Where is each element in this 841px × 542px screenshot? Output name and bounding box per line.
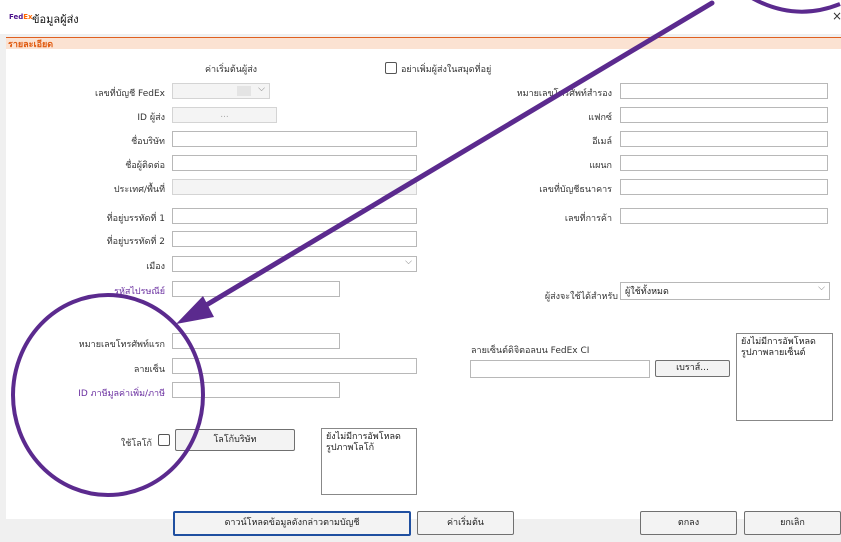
alt-phone-input[interactable] [620,83,828,99]
signature-input[interactable] [172,358,417,374]
fax-input[interactable] [620,107,828,123]
available-for-select[interactable]: ผู้ใช้ทั้งหมด ⌵ [620,282,830,300]
fax-label: แฟกซ์ [588,113,612,123]
email-input[interactable] [620,131,828,147]
contact-input[interactable] [172,155,417,171]
company-logo-button[interactable]: โลโก้บริษัท [175,429,295,451]
contact-label: ชื่อผู้ติดต่อ [125,161,165,171]
alt-phone-label: หมายเลขโทรศัพท์สำรอง [516,89,612,99]
window-title: ข้อมูลผู้ส่ง [32,13,79,26]
city-label: เมือง [146,262,165,272]
dont-add-checkbox[interactable] [385,62,397,74]
use-logo-label: ใช้โลโก้ [120,439,152,449]
chevron-down-icon: ⌵ [818,283,825,293]
sender-defaults-label: ค่าเริ่มต้นผู้ส่ง [205,65,258,75]
postal-input[interactable] [172,281,340,297]
city-select[interactable]: ⌵ [172,256,417,272]
title-bar: FedEx ข้อมูลผู้ส่ง × [0,0,841,34]
digital-signature-input[interactable] [470,360,650,378]
address1-input[interactable] [172,208,417,224]
postal-label: รหัสไปรษณีย์ [114,287,165,297]
defaults-button[interactable]: ค่าเริ่มต้น [417,511,514,535]
available-for-label: ผู้ส่งจะใช้ได้สำหรับ [544,292,618,302]
chevron-down-icon: ⌵ [405,180,412,190]
trade-number-input[interactable] [620,208,828,224]
trade-number-label: เลขที่การค้า [564,214,612,224]
fedex-account-label: เลขที่บัญชี FedEx [95,89,165,99]
dont-add-label: อย่าเพิ่มผู้ส่งในสมุดที่อยู่ [401,65,492,75]
first-phone-input[interactable] [172,333,340,349]
country-select[interactable]: ⌵ [172,179,417,195]
country-label: ประเทศ/พื้นที่ [113,185,165,195]
address1-label: ที่อยู่บรรทัดที่ 1 [106,214,165,224]
browse-button[interactable]: เบราส์... [655,360,730,377]
tax-id-label: ID ภาษีมูลค่าเพิ่ม/ภาษี [78,389,165,399]
signature-label: ลายเซ็น [133,365,165,375]
sender-id-input[interactable] [172,107,277,123]
fedex-logo-icon: FedEx [9,13,33,21]
close-icon[interactable]: × [832,9,841,23]
company-label: ชื่อบริษัท [131,137,165,147]
sender-id-label: ID ผู้ส่ง [137,113,165,123]
fedex-account-select[interactable]: ⌵ [172,83,270,99]
digital-signature-label: ลายเซ็นต์ดิจิตอลบน FedEx CI [471,346,590,356]
address2-input[interactable] [172,231,417,247]
company-input[interactable] [172,131,417,147]
chevron-down-icon: ⌵ [258,84,265,94]
use-logo-checkbox[interactable] [158,434,170,446]
available-for-value: ผู้ใช้ทั้งหมด [625,287,669,297]
cancel-button[interactable]: ยกเลิก [744,511,841,535]
tax-id-input[interactable] [172,382,340,398]
first-phone-label: หมายเลขโทรศัพท์แรก [78,340,165,350]
chevron-down-icon: ⌵ [405,257,412,267]
department-label: แผนก [589,161,612,171]
download-account-button[interactable]: ดาวน์โหลดข้อมูลดังกล่าวตามบัญชี [173,511,411,536]
ok-button[interactable]: ตกลง [640,511,737,535]
email-label: อีเมล์ [592,137,612,147]
bank-account-input[interactable] [620,179,828,195]
signature-preview: ยังไม่มีการอัพโหลดรูปภาพลายเซ็นต์ [736,333,833,421]
department-input[interactable] [620,155,828,171]
bank-account-label: เลขที่บัญชีธนาคาร [539,185,612,195]
logo-preview: ยังไม่มีการอัพโหลดรูปภาพโลโก้ [321,428,417,495]
address2-label: ที่อยู่บรรทัดที่ 2 [106,237,165,247]
